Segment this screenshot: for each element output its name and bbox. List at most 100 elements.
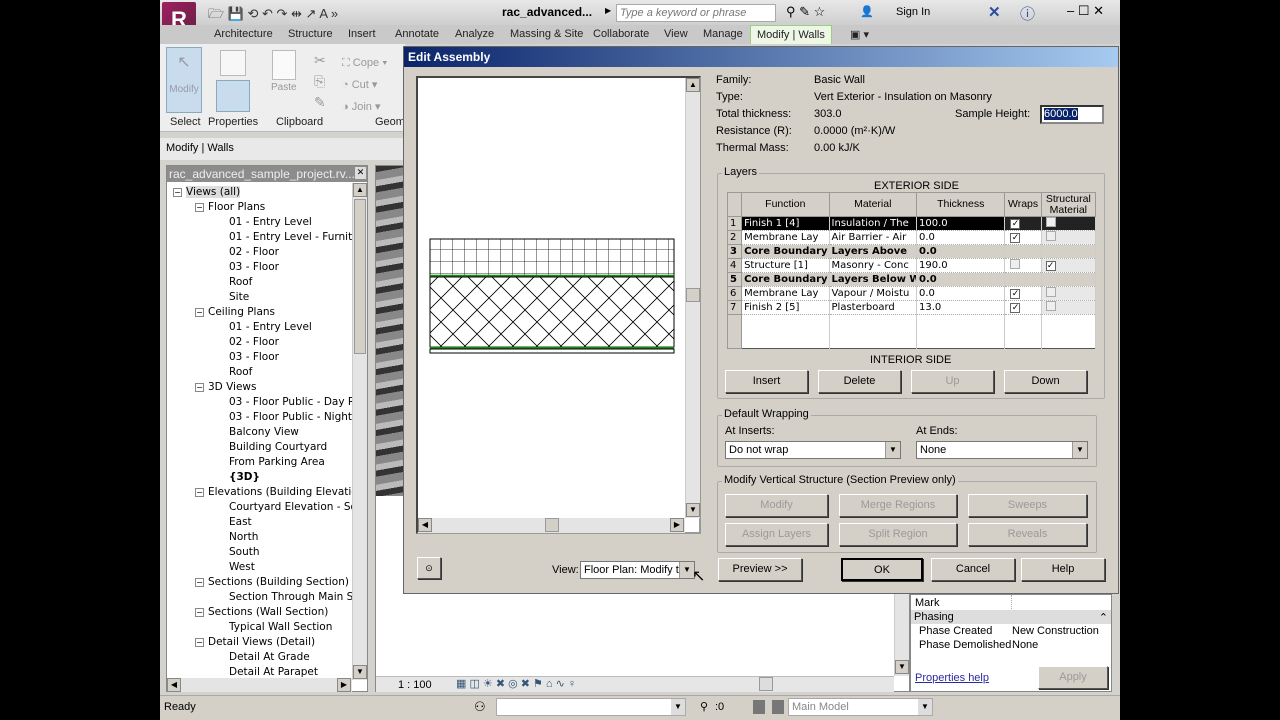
tab-architecture[interactable]: Architecture <box>214 28 273 40</box>
tree-item[interactable]: Building Courtyard <box>229 440 327 455</box>
reveals-button[interactable]: Reveals <box>968 523 1087 546</box>
cancel-button[interactable]: Cancel <box>931 558 1015 581</box>
collapse-icon[interactable]: − <box>195 577 204 587</box>
scroll-down-icon[interactable]: ▼ <box>686 503 700 517</box>
cope-button[interactable]: ⛶ Cope ▾ <box>342 52 388 74</box>
tab-structure[interactable]: Structure <box>288 28 333 40</box>
exchange-icon[interactable]: ✕ <box>988 3 1001 21</box>
tree-item[interactable]: − Sections (Building Section) <box>195 575 349 590</box>
layer-material[interactable]: Air Barrier - Air <box>829 230 918 245</box>
structural-checkbox[interactable] <box>1045 217 1056 227</box>
window-controls[interactable]: – ☐ ✕ <box>1067 3 1104 19</box>
tree-item[interactable]: − Floor Plans <box>195 200 265 215</box>
tree-item[interactable]: North <box>229 530 258 545</box>
collapse-icon[interactable]: − <box>195 637 204 647</box>
row-number[interactable]: 2 <box>726 230 743 245</box>
close-icon[interactable]: ✕ <box>355 167 366 179</box>
tree-item[interactable]: 02 - Floor <box>229 245 279 260</box>
tree-item[interactable]: South <box>229 545 260 560</box>
down-button[interactable]: Down <box>1004 370 1087 393</box>
row-number[interactable]: 1 <box>726 216 743 231</box>
layer-material[interactable]: Masonry - Conc <box>829 258 918 273</box>
layer-material[interactable]: Layers Below W <box>829 272 918 287</box>
tree-item[interactable]: {3D} <box>229 470 260 485</box>
structural-checkbox[interactable] <box>1045 301 1056 311</box>
scroll-right-icon[interactable]: ▶ <box>670 518 684 532</box>
wraps-checkbox[interactable]: ✓ <box>1010 233 1021 243</box>
tab-insert[interactable]: Insert <box>348 28 376 40</box>
layer-thickness[interactable]: 0.0 <box>916 286 1006 301</box>
layer-material[interactable]: Insulation / The <box>829 216 918 231</box>
tree-item[interactable]: 02 - Floor <box>229 335 279 350</box>
tree-item[interactable]: 03 - Floor Public - Night R <box>229 410 352 425</box>
design-options-icon[interactable] <box>753 700 765 714</box>
active-design-option-icon[interactable] <box>772 700 784 714</box>
layer-material[interactable]: Plasterboard <box>829 300 918 315</box>
browser-vertical-scrollbar[interactable]: ▲ ▼ <box>352 183 367 680</box>
view-control-icons[interactable]: ▦ ◫ ☀ ✖ ◎ ✖ ⚑ ⌂ ∿ ♀ <box>456 677 576 690</box>
merge-regions-button[interactable]: Merge Regions <box>839 494 957 517</box>
wraps-checkbox[interactable] <box>1010 259 1021 269</box>
split-region-button[interactable]: Split Region <box>839 523 957 546</box>
wraps-checkbox[interactable]: ✓ <box>1010 289 1021 299</box>
hscroll-thumb[interactable] <box>759 677 773 691</box>
insert-button[interactable]: Insert <box>725 370 808 393</box>
preview-vertical-scrollbar[interactable]: ▲ ▼ <box>685 78 700 518</box>
tree-item[interactable]: Detail At Grade <box>229 650 310 665</box>
tab-annotate[interactable]: Annotate <box>395 28 439 40</box>
properties-icon[interactable] <box>220 50 246 76</box>
infocenter-icons[interactable]: ⚲ ✎ ☆ <box>786 4 825 20</box>
ok-button[interactable]: OK <box>841 558 923 581</box>
tree-item[interactable]: Section Through Main Sta <box>229 590 352 605</box>
row-number[interactable]: 3 <box>726 244 743 259</box>
scroll-up-icon[interactable]: ▲ <box>686 78 700 92</box>
up-button[interactable]: Up <box>911 370 994 393</box>
modify-button[interactable]: ↖ Modify <box>166 47 202 113</box>
tree-item[interactable]: − Detail Views (Detail) <box>195 635 315 650</box>
layer-thickness[interactable]: 0.0 <box>916 272 1006 287</box>
properties-section-phasing[interactable]: Phasing ⌃ <box>911 610 1111 624</box>
sign-in-link[interactable]: Sign In <box>896 6 930 18</box>
layer-row[interactable]: 5 Core Boundary Layers Below W 0.0 <box>726 272 1097 287</box>
collapse-icon[interactable]: − <box>195 607 204 617</box>
layer-thickness[interactable]: 13.0 <box>916 300 1006 315</box>
view-scale[interactable]: 1 : 100 <box>398 679 432 691</box>
help-search-input[interactable]: Type a keyword or phrase <box>616 4 776 22</box>
tab-modify-walls[interactable]: Modify | Walls <box>750 25 832 44</box>
tree-item[interactable]: − Elevations (Building Elevation <box>195 485 352 500</box>
collapse-icon[interactable]: − <box>173 187 182 197</box>
scroll-thumb[interactable] <box>686 288 700 302</box>
layer-function[interactable]: Core Boundary <box>741 272 830 287</box>
layer-thickness[interactable]: 0.0 <box>916 244 1006 259</box>
assembly-preview[interactable]: ▲ ▼ ◀ ▶ <box>416 76 701 534</box>
layer-function[interactable]: Core Boundary <box>741 244 830 259</box>
help-icon[interactable]: ⓘ <box>1020 3 1035 24</box>
type-properties-button[interactable] <box>216 80 250 112</box>
preview-button[interactable]: Preview >> <box>718 558 802 581</box>
paste-button[interactable]: Paste <box>271 82 297 93</box>
row-number[interactable]: 6 <box>726 286 743 301</box>
tree-item[interactable]: Roof <box>229 275 252 290</box>
delete-button[interactable]: Delete <box>818 370 901 393</box>
tree-item[interactable]: Roof <box>229 365 252 380</box>
modify-button[interactable]: Modify <box>725 494 828 517</box>
tree-item[interactable]: 01 - Entry Level <box>229 320 312 335</box>
tree-item[interactable]: West <box>229 560 255 575</box>
zoom-2d-button[interactable]: ⊙ <box>417 557 441 579</box>
clipboard-icons[interactable]: ✂ ⎘ ✎ <box>314 50 326 113</box>
prop-value-mark[interactable] <box>1011 595 1111 609</box>
tree-item[interactable]: 03 - Floor <box>229 260 279 275</box>
layer-thickness[interactable]: 0.0 <box>916 230 1006 245</box>
design-option-select[interactable]: Main Model ▼ <box>788 698 933 716</box>
scroll-right-icon[interactable]: ▶ <box>337 678 351 692</box>
tree-item[interactable]: − Views (all) <box>173 185 241 200</box>
scroll-up-icon[interactable]: ▲ <box>353 183 367 197</box>
layer-thickness[interactable]: 100.0 <box>916 216 1006 231</box>
tree-item[interactable]: 01 - Entry Level - Furniture <box>229 230 352 245</box>
structural-checkbox[interactable] <box>1045 231 1056 241</box>
tree-item[interactable]: 01 - Entry Level <box>229 215 312 230</box>
browser-horizontal-scrollbar[interactable]: ◀ ▶ <box>167 678 352 692</box>
tree-item[interactable]: − Sections (Wall Section) <box>195 605 328 620</box>
apply-button[interactable]: Apply <box>1038 666 1108 689</box>
tab-view[interactable]: View <box>664 28 688 40</box>
